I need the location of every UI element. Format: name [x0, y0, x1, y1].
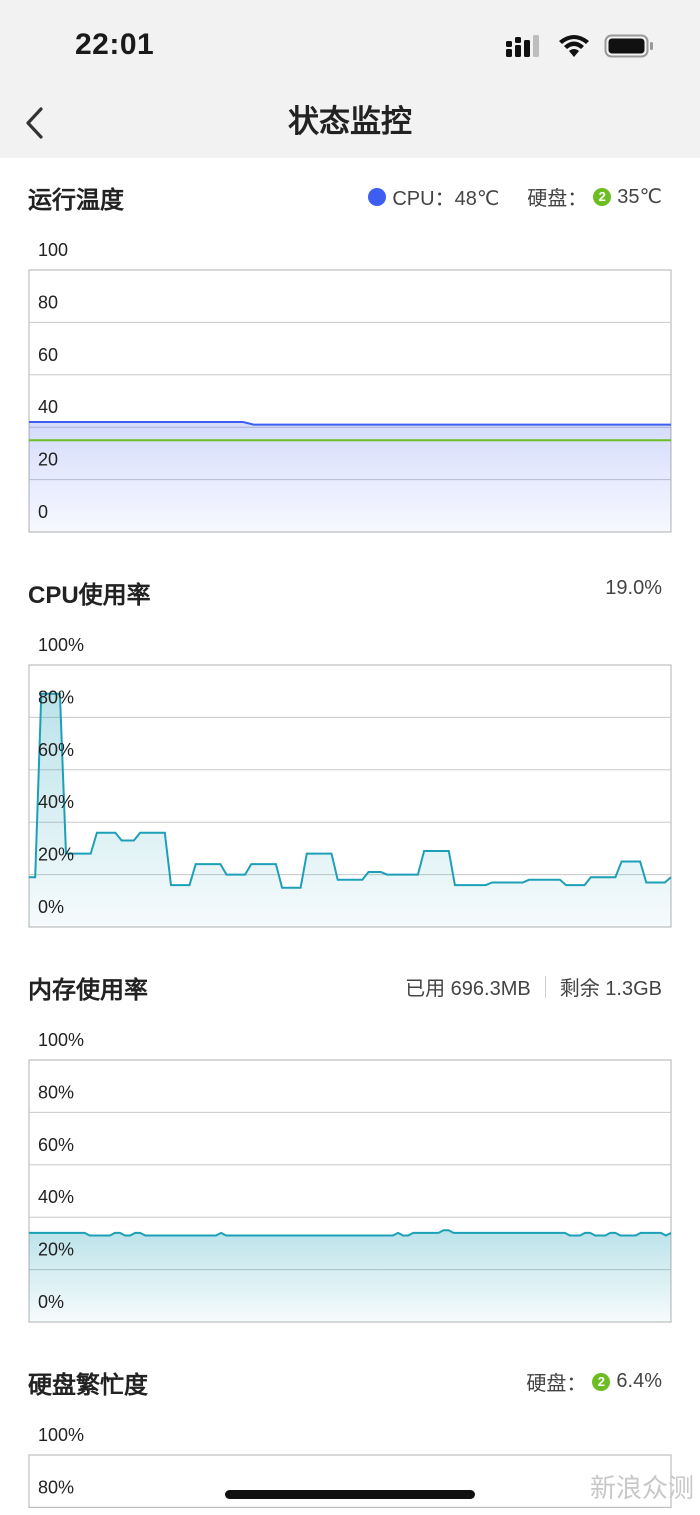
y-tick-label: 40	[38, 397, 58, 417]
divider	[544, 975, 546, 998]
y-tick-label: 100	[38, 240, 68, 260]
cpu-usage-value: 19.0%	[605, 577, 662, 599]
y-tick-label: 80	[38, 292, 58, 312]
y-tick-label: 60	[38, 345, 58, 365]
y-tick-label: 0	[38, 502, 48, 522]
memory-section: 内存使用率 已用 696.3MB 剩余 1.3GB	[0, 950, 700, 1340]
memory-free: 剩余 1.3GB	[559, 978, 662, 1000]
watermark: 新浪众测	[589, 1473, 694, 1503]
home-indicator[interactable]	[225, 1490, 475, 1499]
y-tick-label: 20	[38, 450, 58, 470]
disk-busy-value: 6.4%	[616, 1370, 662, 1392]
disk-busy-label: 硬盘：	[526, 1373, 587, 1395]
series-area	[29, 422, 671, 532]
cpu-usage-section: CPU使用率 19.0%	[0, 555, 700, 945]
section-title: CPU使用率	[28, 582, 151, 609]
disk-busy-stats: 硬盘： 2 6.4%	[526, 1367, 662, 1396]
section-title: 内存使用率	[28, 977, 148, 1004]
memory-stats: 已用 696.3MB 剩余 1.3GB	[405, 972, 662, 1001]
disk-badge-icon: 2	[592, 1372, 611, 1391]
section-title: 硬盘繁忙度	[28, 1372, 148, 1399]
memory-used: 已用 696.3MB	[405, 978, 531, 1000]
